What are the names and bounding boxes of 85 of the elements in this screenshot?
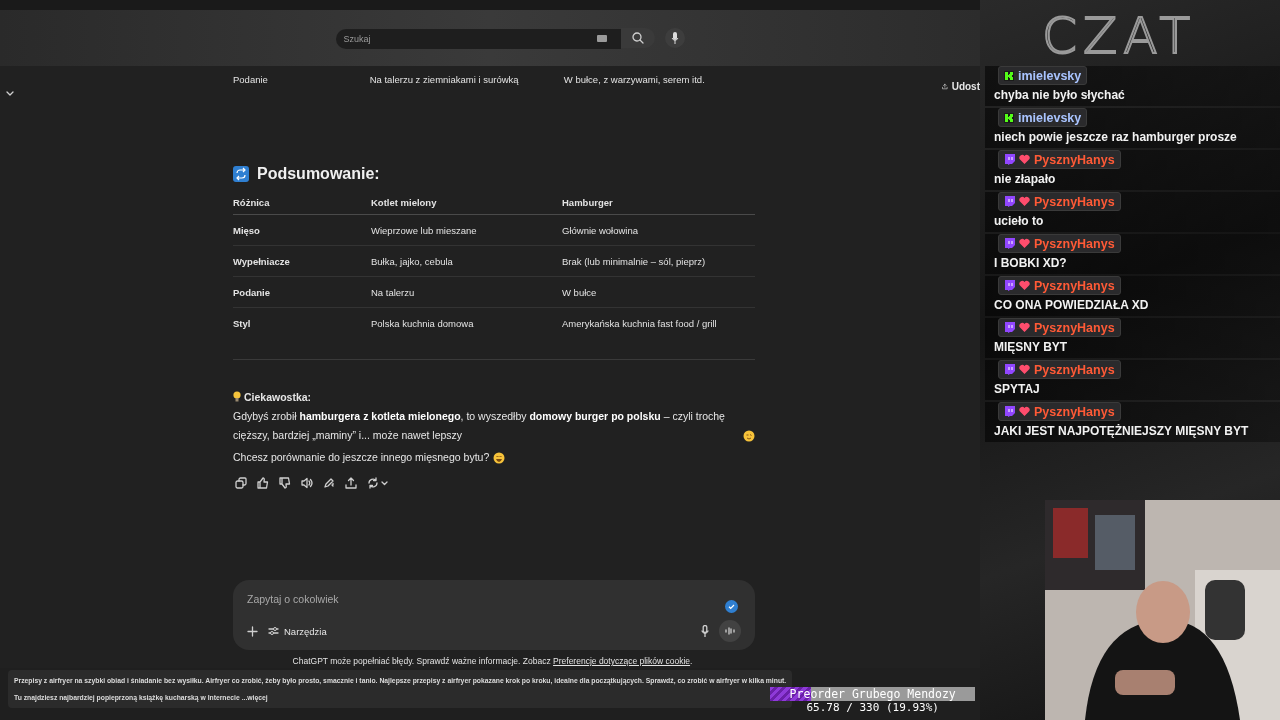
table-cell-text: Amerykańska kuchnia fast food / grill <box>562 317 718 329</box>
table-cell-text: Polska kuchnia domowa <box>371 317 475 329</box>
twitch-logo-icon <box>1004 322 1015 333</box>
search-icon <box>631 32 644 44</box>
table-cell-text: Na talerzu <box>371 286 416 298</box>
table-cell-text: Brak (lub minimalnie – sól, pieprz) <box>562 255 707 267</box>
chat-message: I BOBKI XD? <box>994 256 1067 270</box>
table-cell-text: Podanie <box>233 73 269 85</box>
username: imielevsky <box>1018 110 1082 125</box>
caret-icon[interactable] <box>381 480 388 486</box>
table-cell-text: Wypełniacze <box>233 255 291 267</box>
paragraph: Chcesz porównanie do jeszcze innego mięsnego bytu? <box>233 450 490 465</box>
table-cell-text: W bułce, z warzywami, serem itd. <box>563 73 706 85</box>
heart-badge-icon <box>1019 322 1030 333</box>
emoji-icon <box>743 430 755 442</box>
kick-logo-icon <box>1004 112 1014 123</box>
microphone-icon[interactable] <box>701 625 709 637</box>
chat-message: CO ONA POWIEDZIAŁA XD <box>994 298 1149 312</box>
chat-title: CZAT <box>1041 6 1197 66</box>
section-heading: Podsumowanie: <box>257 165 380 183</box>
microphone-icon <box>670 32 679 44</box>
search-button[interactable] <box>620 28 655 48</box>
twitch-logo-icon <box>1004 280 1015 291</box>
table-cell-text: Wieprzowe lub mieszane <box>371 224 478 236</box>
section-heading: Ciekawostka: <box>244 390 312 403</box>
table-cell-text: Głównie wołowina <box>562 224 640 236</box>
username: PysznyHanys <box>1034 152 1115 167</box>
chat-message: SPYTAJ <box>994 382 1040 396</box>
edit-icon[interactable] <box>323 477 335 489</box>
username: PysznyHanys <box>1034 404 1115 419</box>
username: PysznyHanys <box>1034 320 1115 335</box>
username: PysznyHanys <box>1034 194 1115 209</box>
copy-icon[interactable] <box>235 477 247 489</box>
chat-message: ucieło to <box>994 214 1044 228</box>
heart-badge-icon <box>1019 154 1030 165</box>
share-button[interactable]: Udost <box>942 76 980 96</box>
table-cell-text: Mięso <box>233 224 261 236</box>
chat-message: MIĘSNY BYT <box>994 340 1068 354</box>
sound-wave-icon <box>725 627 735 635</box>
username: PysznyHanys <box>1034 236 1115 251</box>
column-header: Kotlet mielony <box>371 196 438 208</box>
plus-icon[interactable] <box>247 625 258 637</box>
username: PysznyHanys <box>1034 362 1115 377</box>
repeat-icon <box>233 166 249 182</box>
check-badge-icon <box>725 600 738 613</box>
twitch-logo-icon <box>1004 406 1015 417</box>
thumbs-up-icon[interactable] <box>257 477 269 489</box>
twitch-logo-icon <box>1004 196 1015 207</box>
column-header: Hamburger <box>562 196 614 208</box>
goal-reading: 65.78 / 330 (19.93%) <box>806 701 939 715</box>
kick-logo-icon <box>1004 70 1014 81</box>
speaker-icon[interactable] <box>301 477 313 489</box>
chevron-down-icon[interactable] <box>6 91 14 96</box>
heart-badge-icon <box>1019 280 1030 291</box>
twitch-logo-icon <box>1004 364 1015 375</box>
search-field[interactable]: Szukaj <box>335 29 621 49</box>
light-bulb-icon <box>233 391 241 402</box>
refresh-icon[interactable] <box>367 477 379 489</box>
username: imielevsky <box>1018 68 1082 83</box>
message-input[interactable]: Zapytaj o cokolwiek <box>247 592 741 606</box>
table-cell-text: Bułka, jajko, cebula <box>371 255 454 267</box>
tools-button[interactable]: Narzędzia <box>268 625 327 637</box>
share-icon[interactable] <box>345 477 357 489</box>
table-cell-text: Podanie <box>233 286 271 298</box>
emoji-icon <box>493 452 506 464</box>
table-cell-text: Styl <box>233 317 252 329</box>
twitch-logo-icon <box>1004 238 1015 249</box>
twitch-logo-icon <box>1004 154 1015 165</box>
table-cell-text: Na talerzu z ziemniakami i surówką <box>369 73 520 85</box>
column-header: Różnica <box>233 196 271 208</box>
heart-badge-icon <box>1019 406 1030 417</box>
thumbs-down-icon[interactable] <box>279 477 291 489</box>
chat-message: nie złapało <box>994 172 1056 186</box>
chat-message: JAKI JEST NAJPOTĘŻNIEJSZY MIĘSNY BYT <box>994 424 1249 438</box>
voice-mode-button[interactable] <box>719 620 741 642</box>
chat-message: chyba nie było słychać <box>994 88 1125 102</box>
heart-badge-icon <box>1019 364 1030 375</box>
table-cell-text: W bułce <box>562 286 598 298</box>
microphone-button[interactable] <box>664 28 685 48</box>
paragraph: Gdybyś zrobił hamburgera z kotleta mielonego, to wyszedłby domowy burger po polsku – czyli trochę cięższy, bardziej „maminy” i... może nawet lepszy <box>233 409 726 443</box>
heart-badge-icon <box>1019 238 1030 249</box>
chat-message: niech powie jeszcze raz hamburger prosze <box>994 130 1237 144</box>
sliders-icon <box>268 626 279 636</box>
heart-badge-icon <box>1019 196 1030 207</box>
username: PysznyHanys <box>1034 278 1115 293</box>
